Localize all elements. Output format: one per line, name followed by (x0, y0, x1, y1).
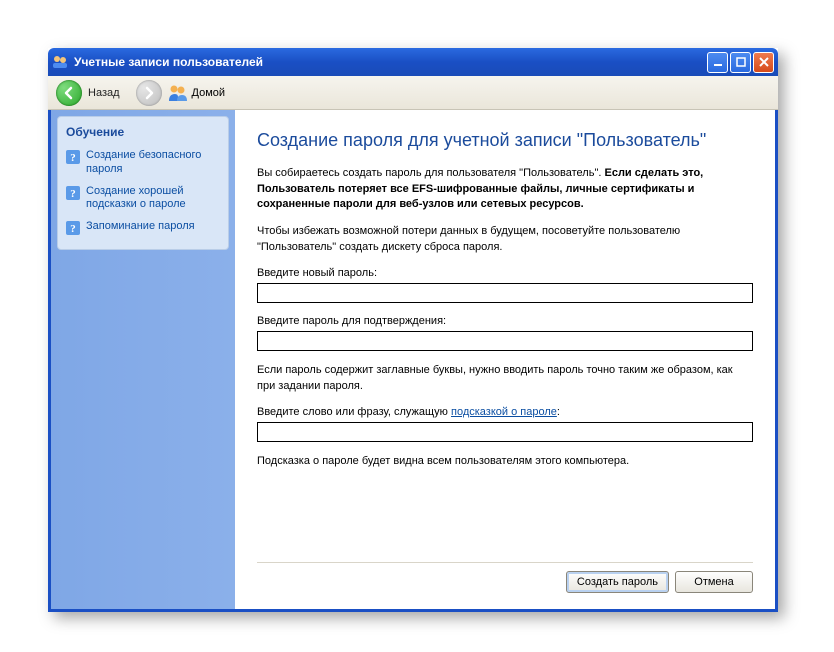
back-label[interactable]: Назад (88, 87, 120, 99)
confirm-password-input[interactable] (257, 331, 753, 351)
home-label: Домой (192, 87, 226, 99)
body-area: Обучение ? Создание безопасного пароля ?… (48, 110, 778, 612)
help-icon: ? (66, 221, 80, 235)
cancel-button[interactable]: Отмена (675, 571, 753, 593)
window-title: Учетные записи пользователей (74, 55, 263, 69)
help-icon: ? (66, 150, 80, 164)
home-button[interactable]: Домой (168, 83, 226, 103)
hint-help-link[interactable]: подсказкой о пароле (451, 406, 557, 418)
sidebar: Обучение ? Создание безопасного пароля ?… (51, 110, 235, 609)
hint-input[interactable] (257, 422, 753, 442)
create-password-button[interactable]: Создать пароль (566, 571, 669, 593)
new-password-label: Введите новый пароль: (257, 267, 753, 279)
users-home-icon (168, 83, 188, 103)
sidebar-link-safe-password[interactable]: ? Создание безопасного пароля (66, 145, 220, 181)
page-heading: Создание пароля для учетной записи "Поль… (257, 128, 753, 152)
sidebar-panel: Обучение ? Создание безопасного пароля ?… (57, 116, 229, 250)
hint-label: Введите слово или фразу, служащую подска… (257, 406, 753, 418)
sidebar-link-good-hint[interactable]: ? Создание хорошей подсказки о пароле (66, 181, 220, 217)
back-button[interactable] (56, 80, 82, 106)
separator (257, 562, 753, 563)
minimize-button[interactable] (707, 52, 728, 73)
toolbar: Назад Домой (48, 76, 778, 110)
main-content: Создание пароля для учетной записи "Поль… (235, 110, 775, 609)
maximize-button[interactable] (730, 52, 751, 73)
forward-button[interactable] (136, 80, 162, 106)
close-button[interactable] (753, 52, 774, 73)
caps-note: Если пароль содержит заглавные буквы, ну… (257, 363, 753, 394)
sidebar-title: Обучение (66, 125, 220, 139)
new-password-input[interactable] (257, 283, 753, 303)
svg-text:?: ? (70, 152, 76, 164)
confirm-password-label: Введите пароль для подтверждения: (257, 315, 753, 327)
window-frame: Учетные записи пользователей Назад Домой (48, 48, 778, 612)
svg-text:?: ? (70, 188, 76, 200)
svg-text:?: ? (70, 223, 76, 235)
hint-visibility-note: Подсказка о пароле будет видна всем поль… (257, 454, 753, 469)
sidebar-link-remember-password[interactable]: ? Запоминание пароля (66, 216, 220, 239)
help-icon: ? (66, 186, 80, 200)
users-app-icon (52, 54, 68, 70)
window-controls (707, 52, 774, 73)
advice-paragraph: Чтобы избежать возможной потери данных в… (257, 224, 753, 255)
warning-paragraph: Вы собираетесь создать пароль для пользо… (257, 166, 753, 212)
titlebar[interactable]: Учетные записи пользователей (48, 48, 778, 76)
footer-buttons: Создать пароль Отмена (257, 571, 753, 599)
